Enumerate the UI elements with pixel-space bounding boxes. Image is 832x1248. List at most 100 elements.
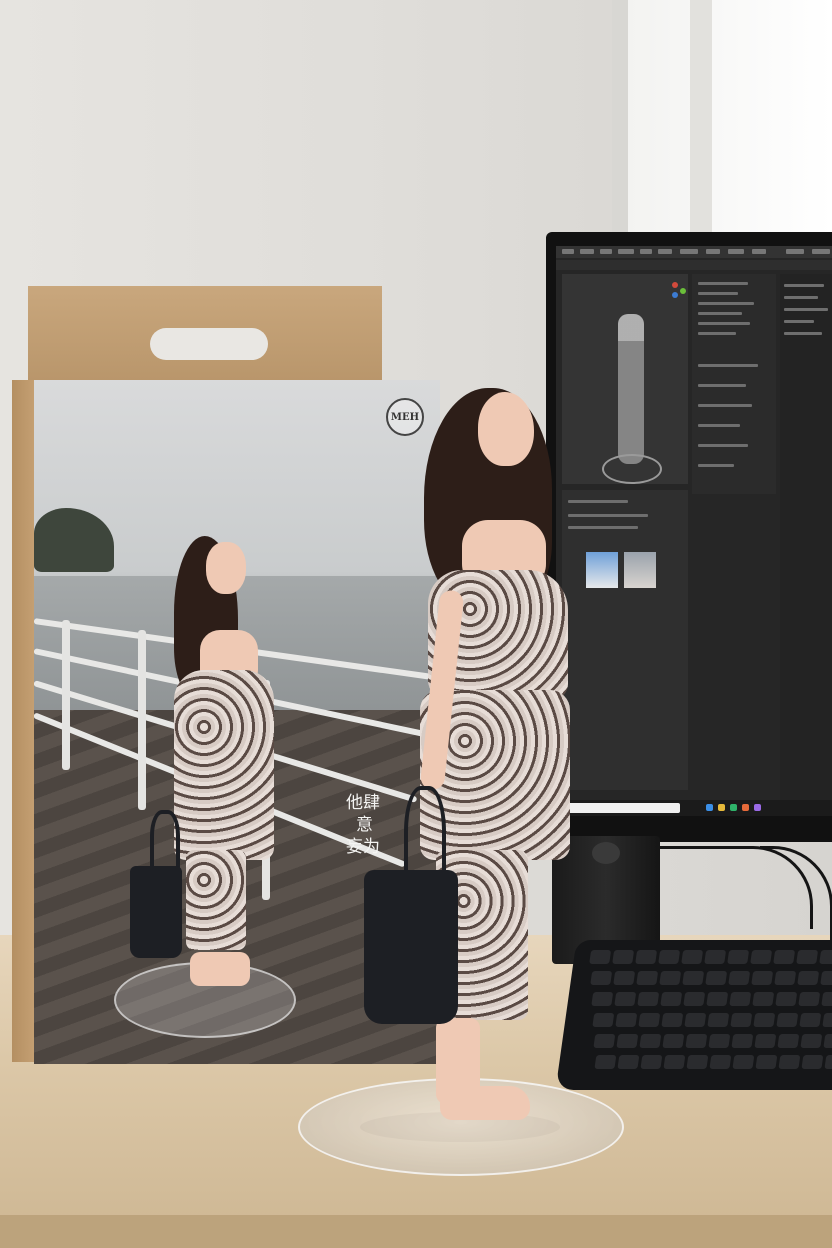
keyboard-key xyxy=(593,1034,616,1048)
keyboard-key xyxy=(799,1013,822,1027)
outliner-panel xyxy=(692,274,776,494)
box-bag xyxy=(130,866,182,958)
box-vertical-text: 他肆 意 妄为 xyxy=(346,792,396,858)
keyboard xyxy=(555,940,832,1090)
box-figure-pants xyxy=(186,850,246,950)
keyboard-key xyxy=(752,992,775,1006)
taskbar-search-box xyxy=(562,803,680,813)
panel-row xyxy=(784,284,824,287)
box-text-line: 妄为 xyxy=(346,837,380,857)
panel-row xyxy=(698,292,738,295)
keyboard-key xyxy=(590,971,613,985)
panel-row xyxy=(784,332,822,335)
3d-model-figure xyxy=(618,314,644,464)
keyboard-key xyxy=(750,950,773,964)
figurine-feet xyxy=(440,1086,530,1120)
keyboard-key xyxy=(800,1034,823,1048)
keyboard-key xyxy=(640,1055,663,1069)
keyboard-key xyxy=(778,1055,801,1069)
panel-row xyxy=(698,424,740,427)
keyboard-key xyxy=(684,1013,707,1027)
keyboard-key xyxy=(594,1055,617,1069)
asset-thumbnail xyxy=(624,552,656,588)
keyboard-key xyxy=(709,1055,732,1069)
keyboard-key xyxy=(635,950,658,964)
box-text-line: 意 xyxy=(356,815,373,835)
keyboard-key xyxy=(615,1013,638,1027)
panel-row xyxy=(698,282,748,285)
keyboard-key xyxy=(776,1013,799,1027)
keyboard-key xyxy=(612,950,635,964)
menu-item xyxy=(640,249,652,254)
keyboard-key xyxy=(663,1055,686,1069)
keyboard-key xyxy=(775,992,798,1006)
panel-row xyxy=(784,308,828,311)
keyboard-key xyxy=(636,971,659,985)
keyboard-key xyxy=(824,1055,832,1069)
asset-thumbnail xyxy=(586,552,618,588)
panel-row xyxy=(698,464,734,467)
axis-gizmo-x-icon xyxy=(672,282,678,288)
figurine-handbag xyxy=(364,870,458,1024)
desk-edge xyxy=(0,1215,832,1248)
keyboard-key xyxy=(732,1055,755,1069)
menu-item xyxy=(728,249,744,254)
taskbar-app-icon xyxy=(706,804,713,811)
panel-row xyxy=(698,384,746,387)
menu-item xyxy=(706,249,720,254)
keyboard-key xyxy=(777,1034,800,1048)
box-figure-face xyxy=(206,542,246,594)
keyboard-key xyxy=(707,1013,730,1027)
photo-scene: MEH 他肆 意 妄为 xyxy=(0,0,832,1248)
3d-viewport xyxy=(562,274,688,484)
keyboard-key xyxy=(820,971,832,985)
keyboard-key xyxy=(682,971,705,985)
keyboard-key xyxy=(704,950,727,964)
keyboard-key xyxy=(685,1034,708,1048)
keyboard-key xyxy=(662,1034,685,1048)
axis-gizmo-y-icon xyxy=(680,288,686,294)
keyboard-key xyxy=(823,1034,832,1048)
panel-row xyxy=(698,302,754,305)
menu-item xyxy=(562,249,574,254)
panel-row xyxy=(568,526,638,529)
keyboard-key xyxy=(592,1013,615,1027)
box-logo: MEH xyxy=(386,398,424,436)
panel-row xyxy=(698,332,736,335)
keyboard-key xyxy=(659,971,682,985)
keyboard-key xyxy=(708,1034,731,1048)
monitor-screen xyxy=(556,246,832,816)
figurine-face xyxy=(478,392,534,466)
keyboard-key xyxy=(683,992,706,1006)
keyboard-key xyxy=(660,992,683,1006)
panel-row xyxy=(698,364,758,367)
panel-row xyxy=(784,296,818,299)
taskbar-app-icon xyxy=(742,804,749,811)
keyboard-key xyxy=(755,1055,778,1069)
keyboard-key xyxy=(705,971,728,985)
keyboard-key xyxy=(822,1013,832,1027)
panel-row xyxy=(698,322,750,325)
keyboard-key xyxy=(686,1055,709,1069)
taskbar-app-icon xyxy=(754,804,761,811)
app-toolbar xyxy=(556,260,832,270)
keyboard-key xyxy=(801,1055,824,1069)
keyboard-key xyxy=(661,1013,684,1027)
keyboard-key xyxy=(751,971,774,985)
properties-panel xyxy=(780,274,832,814)
taskbar-app-icon xyxy=(718,804,725,811)
keyboard-key xyxy=(821,992,832,1006)
stand-cable-hole xyxy=(592,842,620,864)
keyboard-key xyxy=(616,1034,639,1048)
menu-item xyxy=(786,249,804,254)
keyboard-key xyxy=(589,950,612,964)
keyboard-key xyxy=(614,992,637,1006)
panel-row xyxy=(568,500,628,503)
menu-item xyxy=(580,249,594,254)
box-figure-feet xyxy=(190,952,250,986)
keyboard-key xyxy=(639,1034,662,1048)
panel-row xyxy=(698,404,752,407)
keyboard-key xyxy=(591,992,614,1006)
keyboard-key xyxy=(754,1034,777,1048)
menu-item xyxy=(812,249,830,254)
